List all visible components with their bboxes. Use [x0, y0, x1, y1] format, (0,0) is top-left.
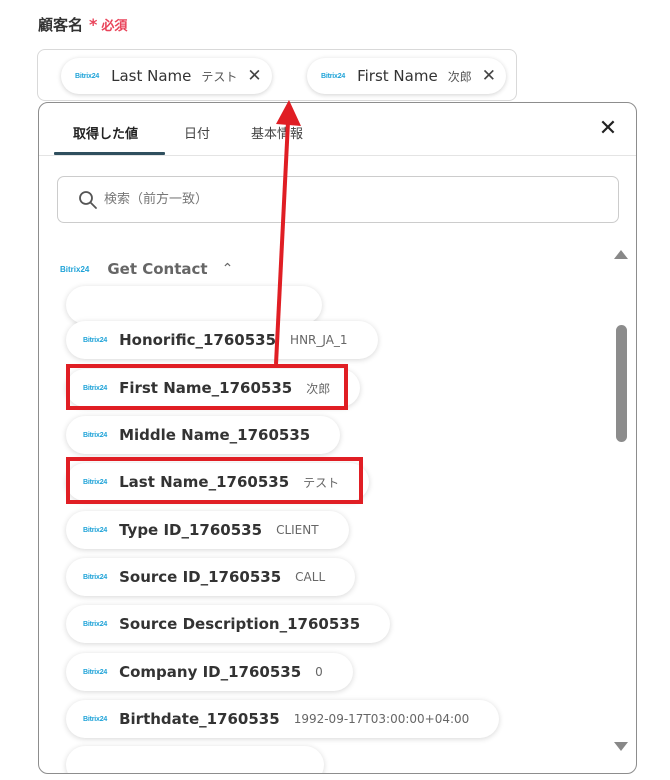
scrollbar-thumb[interactable] [616, 325, 627, 442]
list-item[interactable]: Bitrix24 Source ID_1760535 CALL [66, 558, 356, 596]
list-item[interactable]: Bitrix24 Honorific_1760535 HNR_JA_1 [66, 321, 378, 359]
list-item[interactable]: Bitrix24 Type ID_1760535 CLIENT [66, 511, 349, 549]
tab-date[interactable]: 日付 [184, 123, 210, 142]
token-name: Last Name [111, 67, 192, 85]
customer-name-field[interactable]: Bitrix24 Last Name テスト ✕ Bitrix24 First … [37, 49, 517, 101]
item-name: Honorific_1760535 [119, 331, 277, 349]
bitrix24-logo-icon: Bitrix24 [60, 264, 90, 274]
item-value: 1992-09-17T03:00:00+04:00 [293, 712, 470, 726]
item-name: Type ID_1760535 [119, 521, 263, 539]
item-name: Source ID_1760535 [119, 568, 282, 586]
tab-retrieved-values[interactable]: 取得した値 [73, 123, 138, 142]
token-value: 次郎 [447, 69, 472, 84]
list-item[interactable]: Bitrix24 Company ID_1760535 0 [66, 653, 353, 691]
value-picker-dropdown: 取得した値 日付 基本情報 ✕ Bitrix24 Get Contact ⌃ B… [38, 102, 637, 774]
token-last-name: Bitrix24 Last Name テスト ✕ [61, 58, 272, 94]
scroll-up-arrow-icon[interactable] [614, 250, 628, 259]
bitrix24-logo-icon: Bitrix24 [321, 72, 346, 80]
item-name: Birthdate_1760535 [119, 710, 280, 728]
item-value: HNR_JA_1 [290, 333, 348, 347]
bitrix24-logo-icon: Bitrix24 [83, 336, 108, 344]
bitrix24-logo-icon: Bitrix24 [75, 72, 100, 80]
list-item[interactable]: Bitrix24 Middle Name_1760535 [66, 416, 341, 454]
item-name: Middle Name_1760535 [119, 426, 311, 444]
token-value: テスト [201, 69, 238, 84]
highlight-box-first-name [66, 364, 348, 410]
active-tab-indicator [54, 152, 165, 155]
list-item-partial[interactable] [66, 286, 322, 324]
required-text: 必須 [101, 19, 128, 34]
search-input[interactable] [104, 192, 584, 207]
highlight-box-last-name [66, 457, 363, 504]
item-value: 0 [315, 665, 323, 679]
list-item-partial[interactable] [66, 746, 324, 773]
bitrix24-logo-icon: Bitrix24 [83, 431, 108, 439]
scroll-down-arrow-icon[interactable] [614, 742, 628, 751]
token-remove-icon[interactable]: ✕ [247, 66, 261, 86]
token-name: First Name [357, 67, 438, 85]
token-remove-icon[interactable]: ✕ [482, 66, 496, 86]
item-value: CLIENT [276, 523, 319, 537]
bitrix24-logo-icon: Bitrix24 [83, 526, 108, 534]
list-item[interactable]: Bitrix24 Birthdate_1760535 1992-09-17T03… [66, 700, 500, 738]
bitrix24-logo-icon: Bitrix24 [83, 620, 108, 628]
item-name: Company ID_1760535 [119, 663, 302, 681]
tab-basic-info[interactable]: 基本情報 [251, 123, 303, 142]
bitrix24-logo-icon: Bitrix24 [83, 573, 108, 581]
field-label-text: 顧客名 [38, 16, 84, 34]
search-icon [79, 190, 97, 209]
tab-bar: 取得した値 日付 基本情報 ✕ [39, 103, 636, 156]
item-name: Source Description_1760535 [119, 615, 361, 633]
group-title: Get Contact [107, 260, 208, 278]
item-value: CALL [295, 570, 326, 584]
required-star-icon: * [89, 15, 98, 34]
group-get-contact[interactable]: Bitrix24 Get Contact ⌃ [60, 260, 233, 278]
bitrix24-logo-icon: Bitrix24 [83, 715, 108, 723]
token-first-name: Bitrix24 First Name 次郎 ✕ [307, 58, 506, 94]
bitrix24-logo-icon: Bitrix24 [83, 668, 108, 676]
close-button[interactable]: ✕ [596, 117, 620, 141]
chevron-up-icon[interactable]: ⌃ [222, 261, 234, 277]
field-label: 顧客名 * 必須 [38, 14, 127, 35]
list-item[interactable]: Bitrix24 Source Description_1760535 [66, 605, 391, 643]
search-box[interactable] [57, 176, 619, 223]
